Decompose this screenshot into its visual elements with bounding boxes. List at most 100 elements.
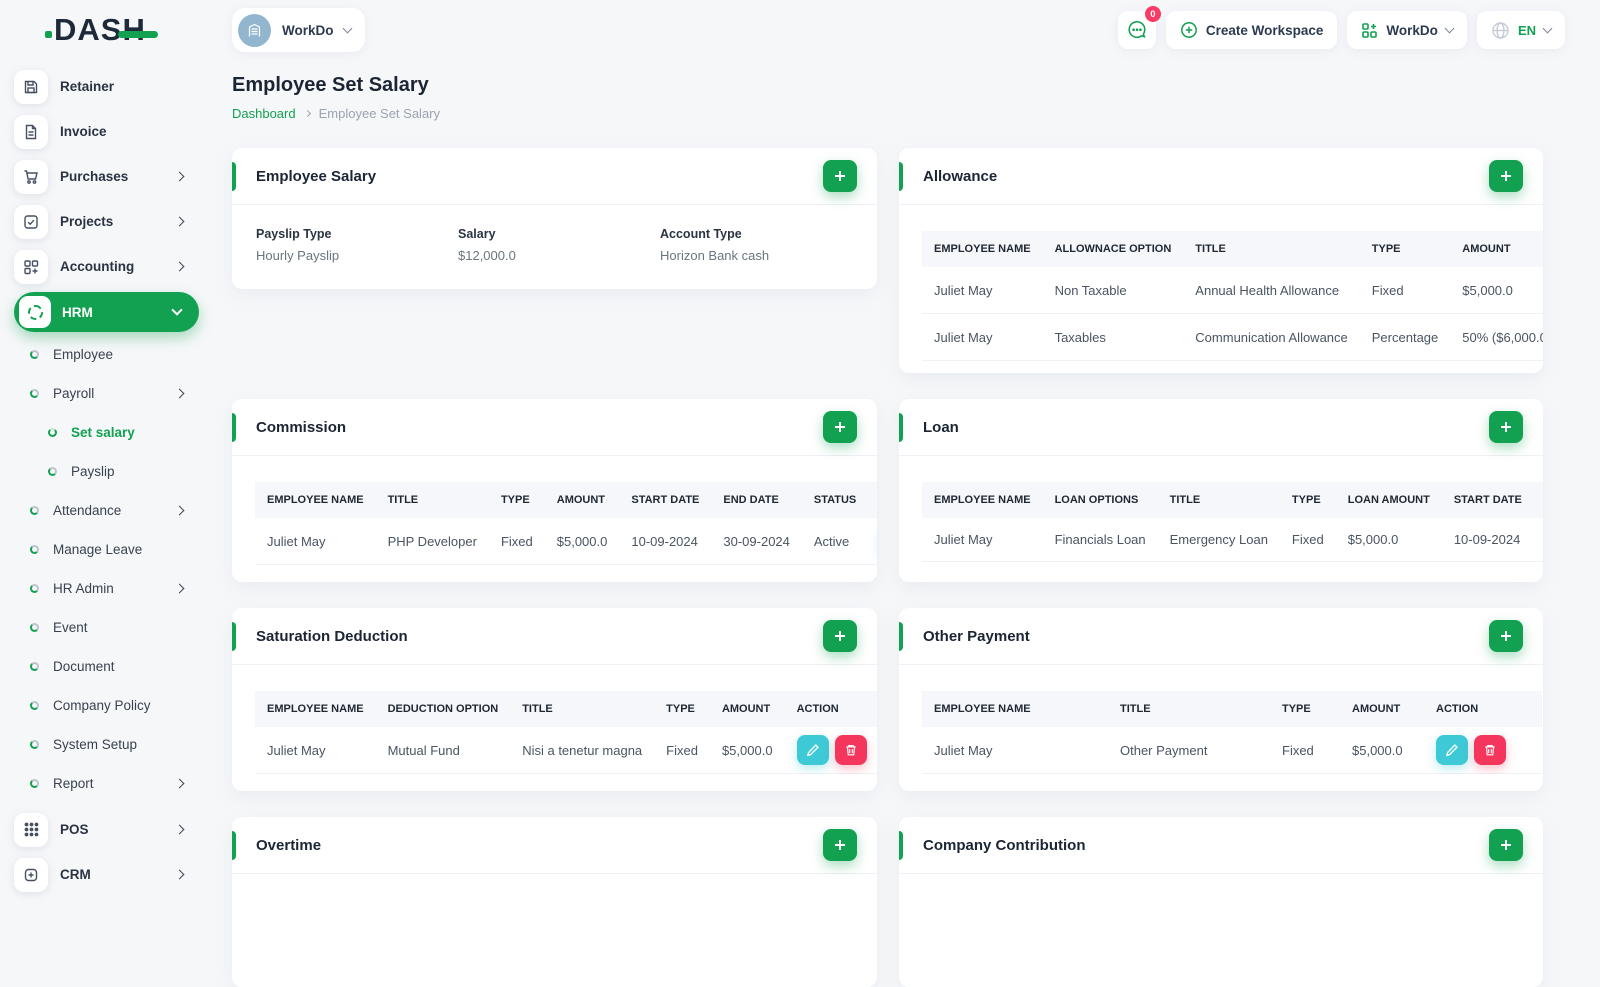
loan-table: EMPLOYEE NAME LOAN OPTIONS TITLE TYPE LO… bbox=[922, 482, 1543, 562]
delete-button[interactable] bbox=[1474, 735, 1506, 765]
bullet-icon bbox=[30, 662, 39, 671]
plus-icon bbox=[1501, 422, 1511, 432]
column-header: ACTION bbox=[1424, 691, 1542, 727]
card-title: Loan bbox=[923, 418, 959, 436]
sidebar-item-label: POS bbox=[60, 822, 89, 837]
sidebar-item-label: Purchases bbox=[60, 169, 129, 184]
sidebar-nav: Retainer Invoice Purchases Projects Acco… bbox=[0, 64, 215, 897]
create-workspace-button[interactable]: Create Workspace bbox=[1165, 11, 1338, 49]
employee-salary-card: Employee Salary Payslip Type Hourly Pays… bbox=[232, 148, 877, 289]
column-header: DEDUCTION OPTION bbox=[375, 691, 511, 727]
add-commission-button[interactable] bbox=[823, 411, 857, 443]
sidebar-item-hr-admin[interactable]: HR Admin bbox=[0, 569, 215, 608]
column-header: START DATE bbox=[1441, 482, 1534, 518]
sidebar-item-accounting[interactable]: Accounting bbox=[0, 244, 215, 289]
add-company-contribution-button[interactable] bbox=[1489, 829, 1523, 861]
bullet-icon bbox=[48, 428, 57, 437]
column-header: LOAN AMOUNT bbox=[1335, 482, 1442, 518]
language-selector[interactable]: EN bbox=[1476, 11, 1565, 49]
cell-type: Fixed bbox=[1279, 518, 1336, 562]
chevron-right-icon bbox=[174, 824, 185, 834]
edit-button[interactable] bbox=[796, 735, 829, 765]
cell-loan-amount: $5,000.0 bbox=[1335, 518, 1442, 562]
cell-employee-name: Juliet May bbox=[922, 518, 1043, 562]
sidebar-item-manage-leave[interactable]: Manage Leave bbox=[0, 530, 215, 569]
delete-button[interactable] bbox=[834, 735, 867, 765]
commission-card: Commission EMPLOYEE NAME TITLE TYPE AMOU… bbox=[232, 399, 877, 582]
sidebar-item-payroll[interactable]: Payroll bbox=[0, 374, 215, 413]
sidebar-subitem-label: Attendance bbox=[53, 503, 122, 518]
chevron-right-icon bbox=[174, 261, 185, 271]
add-employee-salary-button[interactable] bbox=[823, 160, 857, 192]
field-value: Horizon Bank cash bbox=[660, 248, 770, 263]
company-contribution-card: Company Contribution bbox=[899, 817, 1543, 987]
sidebar-item-company-policy[interactable]: Company Policy bbox=[0, 686, 215, 725]
sidebar-item-payslip[interactable]: Payslip bbox=[0, 452, 215, 491]
column-header: TYPE bbox=[1359, 231, 1451, 267]
app-logo[interactable]: DASH bbox=[45, 12, 158, 48]
column-header: EMPLOYEE NAME bbox=[922, 482, 1043, 518]
page-title: Employee Set Salary bbox=[232, 74, 429, 96]
sidebar-item-set-salary[interactable]: Set salary bbox=[0, 413, 215, 452]
add-allowance-button[interactable] bbox=[1489, 160, 1523, 192]
sidebar-item-label: Invoice bbox=[60, 124, 107, 139]
edit-button[interactable] bbox=[1436, 735, 1468, 765]
plus-icon bbox=[1501, 171, 1511, 181]
cart-icon bbox=[14, 159, 48, 194]
plus-icon bbox=[1501, 840, 1511, 850]
breadcrumb-dashboard-link[interactable]: Dashboard bbox=[232, 106, 296, 121]
logo-bar-accent bbox=[117, 31, 158, 38]
sidebar-item-employee[interactable]: Employee bbox=[0, 335, 215, 374]
sidebar-item-crm[interactable]: CRM bbox=[0, 852, 215, 897]
cell-amount: $5,000.0 bbox=[544, 518, 620, 565]
card-title: Other Payment bbox=[923, 627, 1030, 645]
pencil-icon bbox=[806, 744, 819, 757]
allowance-card: Allowance EMPLOYEE NAME ALLOWNACE OPTION… bbox=[899, 148, 1543, 373]
add-other-payment-button[interactable] bbox=[1489, 620, 1523, 652]
plus-icon bbox=[835, 840, 845, 850]
chevron-down-icon bbox=[171, 304, 183, 316]
workdo-app-menu[interactable]: WorkDo bbox=[1347, 11, 1467, 49]
salary-field: Salary $12,000.0 bbox=[458, 227, 660, 263]
sidebar-item-attendance[interactable]: Attendance bbox=[0, 491, 215, 530]
workspace-switcher[interactable]: WorkDo bbox=[232, 8, 365, 52]
chevron-right-icon bbox=[174, 171, 185, 181]
chevron-right-icon bbox=[303, 109, 311, 118]
chevron-right-icon bbox=[174, 583, 185, 593]
sidebar-item-pos[interactable]: POS bbox=[0, 807, 215, 852]
sidebar-item-event[interactable]: Event bbox=[0, 608, 215, 647]
sidebar-item-report[interactable]: Report bbox=[0, 764, 215, 803]
chevron-right-icon bbox=[174, 388, 185, 398]
add-loan-button[interactable] bbox=[1489, 411, 1523, 443]
column-header: TYPE bbox=[488, 482, 545, 518]
column-header: TYPE bbox=[1270, 691, 1340, 727]
messenger-badge: 0 bbox=[1144, 6, 1161, 22]
column-header: EMPLOYEE NAME bbox=[255, 482, 376, 518]
chevron-down-icon bbox=[1444, 23, 1455, 34]
column-header: TYPE bbox=[654, 691, 710, 727]
workspace-name: WorkDo bbox=[282, 22, 334, 38]
sidebar-item-document[interactable]: Document bbox=[0, 647, 215, 686]
add-saturation-deduction-button[interactable] bbox=[823, 620, 857, 652]
sidebar-item-purchases[interactable]: Purchases bbox=[0, 154, 215, 199]
sidebar-item-retainer[interactable]: Retainer bbox=[0, 64, 215, 109]
column-header: TITLE bbox=[375, 482, 489, 518]
column-header: ACTION bbox=[784, 691, 877, 727]
sidebar-item-system-setup[interactable]: System Setup bbox=[0, 725, 215, 764]
column-header: END DATE bbox=[1533, 482, 1543, 518]
column-header: AMOUNT bbox=[1340, 691, 1424, 727]
cell-deduction-option: Mutual Fund bbox=[375, 727, 511, 774]
messenger-button[interactable]: 0 bbox=[1117, 6, 1161, 49]
sidebar-item-projects[interactable]: Projects bbox=[0, 199, 215, 244]
column-header: STATUS bbox=[801, 482, 869, 518]
cell-amount: $5,000.0 bbox=[709, 727, 785, 774]
field-label: Salary bbox=[458, 227, 496, 241]
topbar: WorkDo 0 Create Workspace WorkDo EN bbox=[232, 6, 1565, 52]
sidebar-subitem-label: Payroll bbox=[53, 386, 95, 401]
sidebar-item-invoice[interactable]: Invoice bbox=[0, 109, 215, 154]
table-row: Juliet May Mutual Fund Nisi a tenetur ma… bbox=[255, 727, 877, 774]
pos-grid-icon bbox=[14, 812, 48, 847]
cell-amount: $5,000.0 bbox=[1340, 727, 1424, 774]
add-overtime-button[interactable] bbox=[823, 829, 857, 861]
sidebar-item-hrm[interactable]: HRM bbox=[14, 292, 199, 332]
